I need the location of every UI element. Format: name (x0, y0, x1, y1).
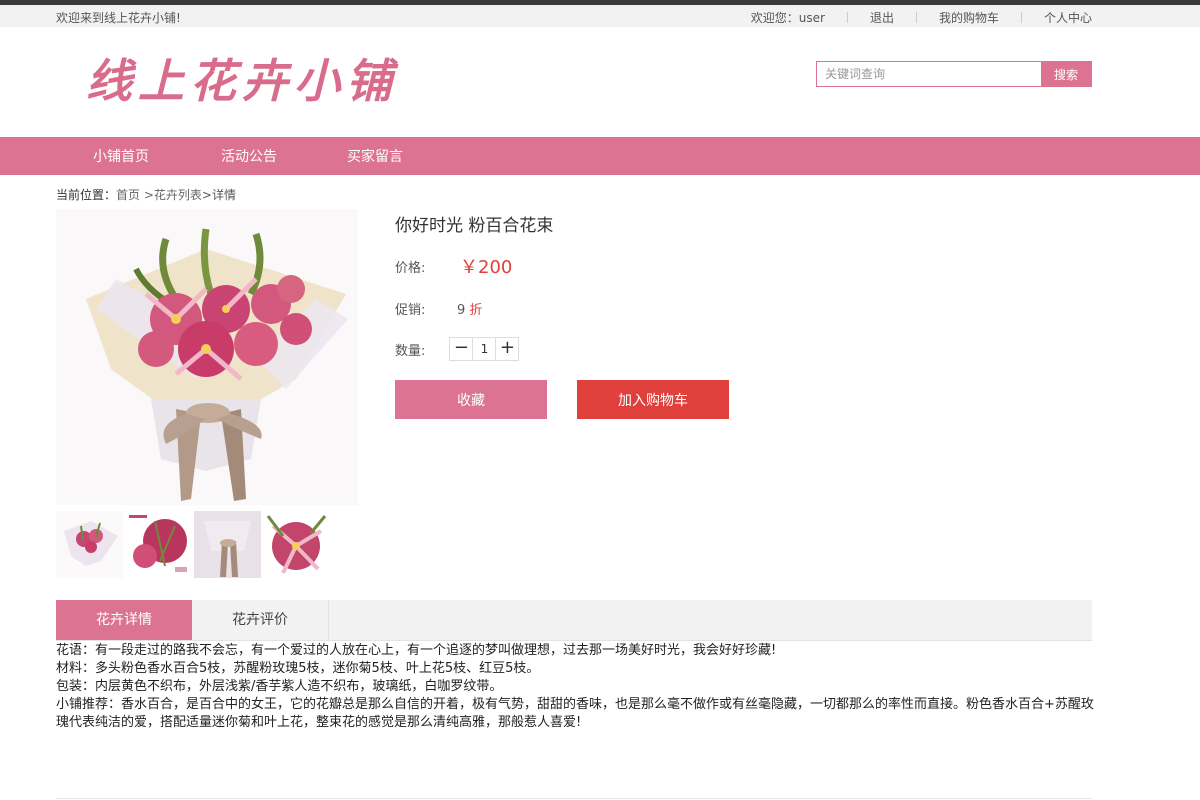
thumbnail-3[interactable] (194, 511, 261, 578)
product-title: 你好时光 粉百合花束 (395, 216, 554, 236)
breadcrumb: 当前位置：首页 >花卉列表>详情 (56, 186, 236, 203)
product-info: 你好时光 粉百合花束 价格: ￥200 促销: 9 折 数量: − 1 + 收藏… (395, 209, 729, 419)
search-box: 搜索 (816, 61, 1092, 87)
promotion-label: 促销: (395, 303, 426, 318)
tab-flower-details[interactable]: 花卉详情 (56, 600, 192, 640)
favorite-button[interactable]: 收藏 (395, 380, 547, 419)
main-nav: 小铺首页 活动公告 买家留言 (0, 137, 1200, 175)
quantity-stepper: − 1 + (449, 337, 520, 361)
promotion-value: 9 折 (457, 299, 482, 318)
my-cart-link[interactable]: 我的购物车 (939, 9, 999, 26)
divider (915, 12, 917, 23)
logout-link[interactable]: 退出 (870, 9, 894, 26)
thumbnail-4[interactable] (263, 511, 330, 578)
search-button[interactable]: 搜索 (1041, 62, 1091, 86)
ribbon-thumb-icon (194, 511, 261, 578)
divider (846, 12, 848, 23)
quantity-minus-button[interactable]: − (449, 337, 474, 361)
price-label: 价格: (395, 261, 426, 276)
top-links: 欢迎您：user 退出 我的购物车 个人中心 (751, 9, 1092, 26)
bouquet-thumb-icon (56, 511, 123, 578)
quantity-row: 数量: − 1 + (395, 337, 520, 361)
search-input[interactable] (817, 63, 1041, 85)
quantity-label: 数量: (395, 343, 426, 359)
welcome-text: 欢迎来到线上花卉小铺! (56, 11, 181, 25)
divider (1020, 12, 1022, 23)
nav-item-messages[interactable]: 买家留言 (347, 146, 403, 166)
promotion-unit: 折 (469, 303, 483, 318)
breadcrumb-list[interactable]: >花卉列表 (144, 188, 202, 202)
details-recommendation: 小铺推荐：香水百合，是百合中的女王，它的花瓣总是那么自信的开着，极有气势，甜甜的… (56, 697, 1094, 730)
bouquet-image (56, 209, 358, 505)
price-row: 价格: ￥200 (395, 257, 512, 278)
top-bar: 欢迎来到线上花卉小铺! 欢迎您：user 退出 我的购物车 个人中心 (0, 5, 1200, 27)
thumbnail-2[interactable] (125, 511, 192, 578)
tab-flower-reviews[interactable]: 花卉评价 (192, 600, 329, 640)
lily-thumb-icon (263, 511, 330, 578)
detail-tabs: 花卉详情 花卉评价 (56, 600, 1092, 641)
details-packaging: 包装：内层黄色不织布，外层浅紫/香芋紫人造不织布，玻璃纸，白咖罗纹带。 (56, 679, 503, 694)
promotion-row: 促销: 9 折 (395, 299, 482, 318)
breadcrumb-label: 当前位置： (56, 188, 117, 202)
product-details: 花语：有一段走过的路我不会忘，有一个爱过的人放在心上，有一个追逐的梦叫做理想，过… (56, 642, 1096, 732)
details-materials: 材料：多头粉色香水百合5枝，苏醒粉玫瑰5枝，迷你菊5枝、叶上花5枝、红豆5枝。 (56, 661, 540, 676)
breadcrumb-home[interactable]: 首页 (116, 188, 140, 202)
breadcrumb-current: >详情 (201, 188, 236, 202)
nav-item-announcements[interactable]: 活动公告 (221, 146, 277, 166)
quantity-plus-button[interactable]: + (495, 337, 520, 361)
site-logo[interactable]: 线上花卉小铺 (86, 45, 398, 111)
user-greeting: 欢迎您：user (750, 11, 825, 25)
thumbnail-1[interactable] (56, 511, 123, 578)
nav-item-home[interactable]: 小铺首页 (93, 146, 149, 166)
promotion-number: 9 (457, 303, 466, 318)
quantity-value[interactable]: 1 (473, 337, 496, 361)
thumbnail-strip (56, 511, 332, 578)
footer-divider (56, 798, 1092, 799)
flowers-thumb-icon (125, 511, 192, 578)
details-flower-language: 花语：有一段走过的路我不会忘，有一个爱过的人放在心上，有一个追逐的梦叫做理想，过… (56, 643, 777, 658)
add-to-cart-button[interactable]: 加入购物车 (577, 380, 729, 419)
account-center-link[interactable]: 个人中心 (1044, 9, 1092, 26)
product-main-image (56, 209, 358, 505)
price-value: ￥200 (460, 257, 513, 278)
header: 线上花卉小铺 搜索 (0, 27, 1200, 137)
